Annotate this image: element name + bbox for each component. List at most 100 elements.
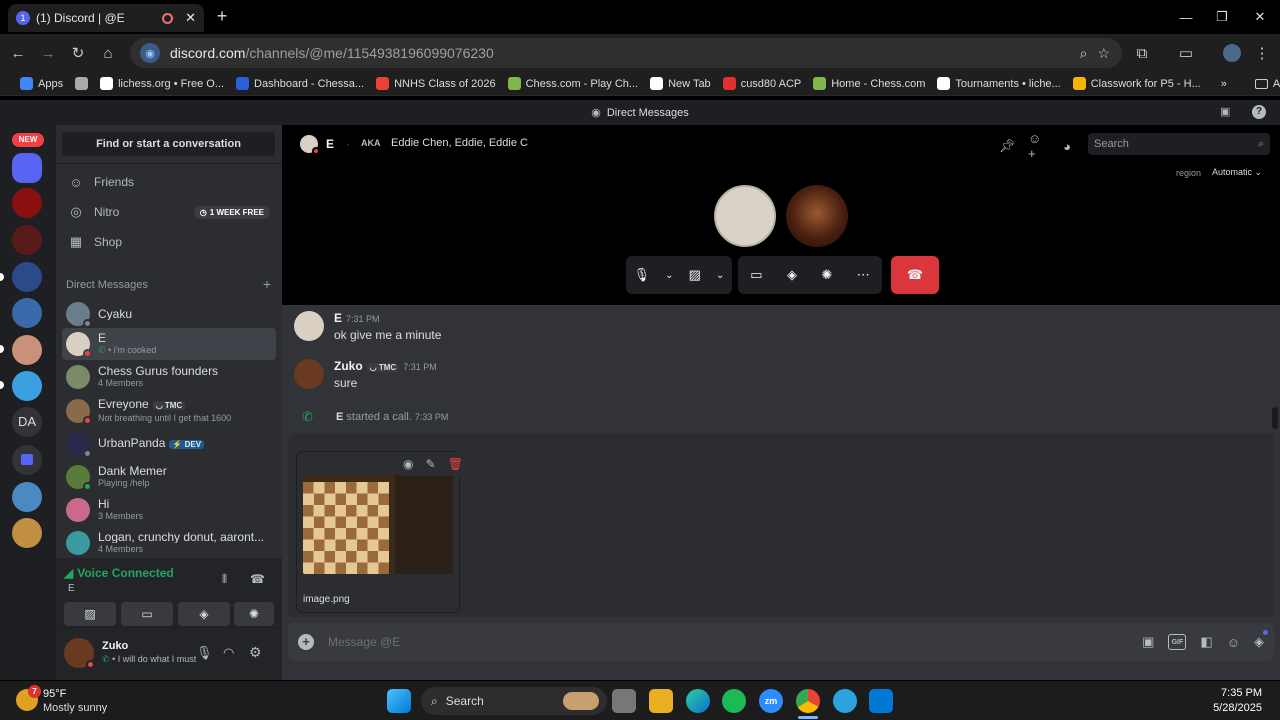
close-window-icon[interactable]: ✕ [1248,6,1272,28]
message-avatar[interactable] [294,359,324,389]
gamepad-icon[interactable]: ◈ [787,267,797,283]
dm-item[interactable]: Logan, crunchy donut, aaront... 4 Members [62,527,276,559]
bookmark-item[interactable]: NNHS Class of 2026 [370,77,502,90]
restore-icon[interactable]: ❐ [1210,6,1234,28]
sticker-icon[interactable]: ◧ [1200,634,1212,650]
chat-scrollbar[interactable] [1272,407,1278,429]
dm-item[interactable]: Hi 3 Members [62,494,276,526]
dm-item[interactable]: Evreyone ◡ TMC Not breathing until I get t… [62,395,276,427]
windows-start-icon[interactable] [387,689,411,713]
gif-icon[interactable]: GIF [1168,634,1187,650]
message-author[interactable]: Zuko [334,359,363,373]
taskbar-search[interactable]: ⌕ Search [421,687,607,715]
headphones-icon[interactable]: ◠ [223,645,234,661]
close-tab-icon[interactable]: ✕ [185,10,196,26]
server-folder-icon[interactable] [12,153,42,183]
cast-icon[interactable]: ▭ [1174,41,1198,65]
nav-nitro[interactable]: ◎ Nitro ◷ 1 WEEK FREE [64,198,274,226]
server-icon[interactable] [12,262,42,292]
chevron-down-icon[interactable]: ⌄ [665,270,673,281]
chevron-down-icon[interactable]: ⌄ [716,270,724,281]
zoom-icon[interactable]: ⌕ [1080,45,1088,62]
bookmark-item[interactable]: Home - Chess.com [807,77,931,90]
emoji-icon[interactable]: ☺ [1227,635,1240,650]
menu-icon[interactable]: ⋮ [1250,41,1274,65]
screenshare-icon[interactable]: ▭ [750,267,762,283]
more-bookmarks-button[interactable]: » [1215,78,1233,90]
telegram-icon[interactable] [833,689,857,713]
server-icon[interactable] [12,225,42,255]
clock-time[interactable]: 7:35 PM [1200,687,1262,699]
server-icon[interactable] [12,298,42,328]
server-icon[interactable] [12,518,42,548]
message-author[interactable]: E [334,311,342,325]
video-off-button[interactable]: ▨ [64,602,116,626]
noise-suppression-icon[interactable]: ⫴ [222,572,227,587]
message-avatar[interactable] [294,311,324,341]
edge-icon[interactable] [686,689,710,713]
system-author[interactable]: E [336,411,343,423]
create-dm-button[interactable]: + [263,277,271,291]
dm-item[interactable]: Dank Memer Playing /help [62,461,276,493]
extensions-icon[interactable]: ⧉ [1130,41,1154,65]
gift-icon[interactable]: ▣ [1142,634,1154,650]
add-attachment-icon[interactable]: + [298,634,314,650]
browser-tab[interactable]: 1 (1) Discord | @E ✕ [8,4,204,32]
header-search-input[interactable]: Search ⌕ [1088,133,1270,155]
server-folder-icon[interactable] [12,445,42,475]
new-tab-button[interactable]: + [212,6,232,28]
settings-gear-icon[interactable]: ⚙ [249,644,262,661]
bookmark-item[interactable]: cusd80 ACP [717,77,808,90]
forward-icon[interactable]: → [36,41,60,65]
address-bar[interactable]: ◉ discord.com/channels/@me/1154938196099… [130,38,1122,68]
clock-date[interactable]: 5/28/2025 [1200,702,1262,714]
profile-icon[interactable]: ◕ [1058,137,1076,155]
nav-friends[interactable]: ☺ Friends [64,168,274,196]
profile-avatar[interactable] [1220,41,1244,65]
disconnect-icon[interactable]: ☎ [250,572,265,586]
attachment-preview[interactable]: ◉ ✎ 🗑︎ image.png [296,451,469,613]
reload-icon[interactable]: ↻ [66,41,90,65]
activity-button[interactable]: ◈ [178,602,230,626]
video-off-icon[interactable]: ▨ [689,267,701,283]
activity-icon[interactable]: ◈ [1254,630,1268,650]
home-icon[interactable]: ⌂ [96,41,120,65]
bookmark-item[interactable] [69,77,94,90]
help-icon[interactable]: ? [1252,105,1266,119]
bookmark-star-icon[interactable]: ☆ [1097,45,1110,62]
bookmark-item[interactable]: Dashboard - Chessa... [230,77,370,90]
participant-avatar-zuko[interactable] [786,185,848,247]
inbox-icon[interactable]: ▣ [1220,105,1230,118]
region-select[interactable]: Automatic ⌄ [1212,167,1262,178]
bookmark-item[interactable]: lichess.org • Free O... [94,77,230,90]
back-icon[interactable]: ← [6,41,30,65]
spoiler-eye-icon[interactable]: ◉ [403,457,413,471]
all-bookmarks-button[interactable]: All Bookmarks [1249,78,1280,90]
dm-item[interactable]: UrbanPanda ⚡ DEV [62,428,276,460]
task-view-icon[interactable] [612,689,636,713]
bookmark-item[interactable]: New Tab [644,77,717,90]
more-icon[interactable]: ⋯ [857,267,870,283]
edit-pencil-icon[interactable]: ✎ [426,457,436,471]
message-composer[interactable]: + Message @E ▣ GIF ◧ ☺ ◈ [288,623,1274,661]
vscode-icon[interactable] [869,689,893,713]
server-icon[interactable] [12,371,42,401]
chrome-icon[interactable] [796,689,820,713]
dm-item[interactable]: Chess Gurus founders 4 Members [62,361,276,393]
leave-call-button[interactable]: ☎ [891,256,939,294]
pin-icon[interactable]: 📌︎ [998,137,1016,155]
user-avatar[interactable] [64,638,95,669]
soundboard-icon[interactable]: ✺ [821,267,832,283]
bookmark-item[interactable]: Classwork for P5 - H... [1067,77,1207,90]
file-explorer-icon[interactable] [649,689,673,713]
bookmark-item[interactable]: Chess.com - Play Ch... [502,77,644,90]
server-icon-da[interactable]: DA [12,407,42,437]
participant-avatar-e[interactable] [714,185,776,247]
find-conversation-button[interactable]: Find or start a conversation [62,132,275,156]
soundboard-button[interactable]: ✺ [234,602,274,626]
screenshare-button[interactable]: ▭ [121,602,173,626]
dm-item[interactable]: Cyaku [62,298,276,330]
voice-channel[interactable]: E [68,583,75,594]
weather-sun-icon[interactable]: 7 [16,685,41,711]
site-info-icon[interactable]: ◉ [140,43,160,63]
